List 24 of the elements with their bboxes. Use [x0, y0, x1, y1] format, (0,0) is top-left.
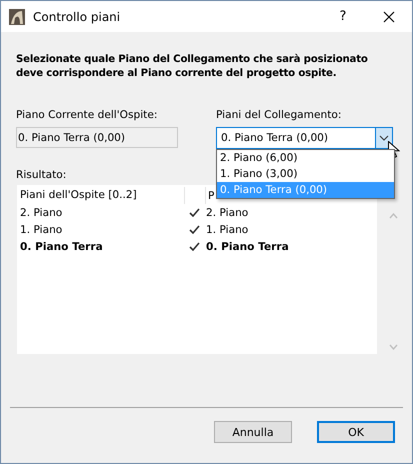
dropdown-option[interactable]: 2. Piano (6,00)	[217, 150, 394, 166]
dropdown-option[interactable]: 1. Piano (3,00)	[217, 166, 394, 182]
column-header[interactable]: Piani dell'Ospite [0..2]	[17, 187, 185, 204]
ok-button[interactable]: OK	[317, 421, 395, 443]
window-title: Controllo piani	[33, 10, 122, 24]
host-story-field: 0. Piano Terra (0,00)	[16, 127, 178, 148]
instruction-text: Selezionate quale Piano del Collegamento che sarà posizionato deve corrispondere al Piano corrente del progetto ospite.	[16, 53, 369, 81]
close-icon	[383, 10, 395, 22]
help-button[interactable]: ?	[320, 1, 366, 32]
scroll-up-icon[interactable]	[389, 213, 398, 219]
table-cell-text: 2. Piano	[19, 206, 64, 218]
table-cell-text: 1. Piano	[205, 224, 248, 236]
result-label: Risultato:	[16, 169, 66, 181]
link-story-label: Piani del Collegamento:	[216, 109, 342, 121]
table-cell-text: 2. Piano	[205, 206, 248, 218]
scroll-down-icon[interactable]	[389, 344, 398, 350]
table-cell-text: 0. Piano Terra	[205, 240, 289, 252]
chevron-down-icon	[379, 135, 389, 141]
cancel-button[interactable]: Annulla	[214, 421, 292, 443]
table-cell-text: 0. Piano Terra	[19, 240, 104, 252]
table-cell-text: 1. Piano	[19, 224, 64, 236]
host-story-label: Piano Corrente dell'Ospite:	[16, 109, 158, 121]
app-icon	[9, 8, 25, 24]
column-header[interactable]: P	[206, 190, 214, 202]
